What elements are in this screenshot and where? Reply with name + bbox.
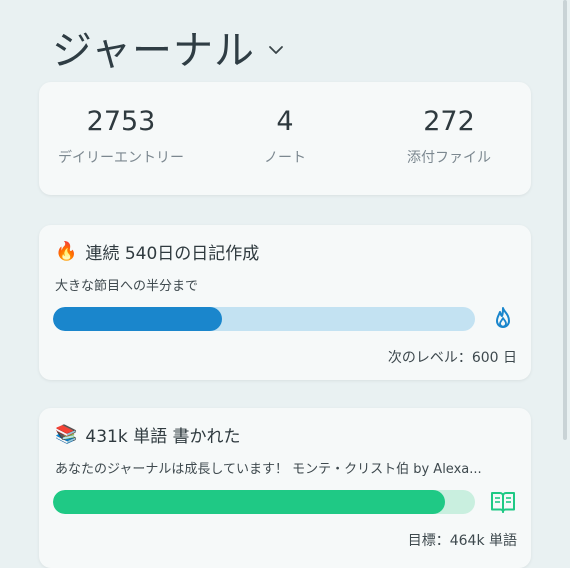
page-title: ジャーナル — [52, 28, 255, 74]
scrollbar[interactable] — [563, 0, 567, 440]
open-book-icon — [491, 492, 515, 513]
words-title: 431k 単語 書かれた — [85, 427, 241, 447]
words-progress-fill — [53, 490, 446, 514]
fire-icon: 🔥 — [55, 241, 78, 262]
stat-label: ノート — [264, 150, 306, 166]
stat-attachments[interactable]: 272 添付ファイル — [367, 82, 531, 195]
streak-progress-track — [53, 307, 475, 331]
journal-header[interactable]: ジャーナル — [52, 18, 285, 76]
streak-progress-fill — [53, 307, 222, 331]
streak-title: 連続 540日の日記作成 — [85, 244, 260, 264]
stat-daily-entries[interactable]: 2753 デイリーエントリー — [39, 82, 203, 195]
streak-header: 🔥 連続 540日の日記作成 — [55, 239, 259, 264]
streak-subtitle: 大きな節目への半分まで — [55, 279, 199, 294]
streak-card[interactable]: 🔥 連続 540日の日記作成 大きな節目への半分まで 次のレベル：600 日 — [39, 225, 531, 380]
words-subtitle: あなたのジャーナルは成長しています！ モンテ・クリスト伯 by Alexa... — [55, 462, 482, 477]
stat-label: 添付ファイル — [407, 150, 491, 166]
books-icon: 📚 — [55, 424, 78, 445]
words-card[interactable]: 📚 431k 単語 書かれた あなたのジャーナルは成長しています！ モンテ・クリ… — [39, 408, 531, 568]
stat-value: 272 — [423, 106, 475, 137]
stat-value: 2753 — [86, 106, 156, 137]
words-progress-track — [53, 490, 475, 514]
stat-notes[interactable]: 4 ノート — [203, 82, 367, 195]
stats-card: 2753 デイリーエントリー 4 ノート 272 添付ファイル — [39, 82, 531, 195]
flame-outline-icon — [496, 307, 510, 328]
words-goal: 目標：464k 単語 — [407, 533, 517, 549]
stat-value: 4 — [276, 106, 294, 137]
words-header: 📚 431k 単語 書かれた — [55, 422, 241, 447]
stat-label: デイリーエントリー — [58, 150, 184, 166]
streak-next-level: 次のレベル：600 日 — [387, 350, 517, 366]
chevron-down-icon[interactable] — [267, 41, 285, 59]
